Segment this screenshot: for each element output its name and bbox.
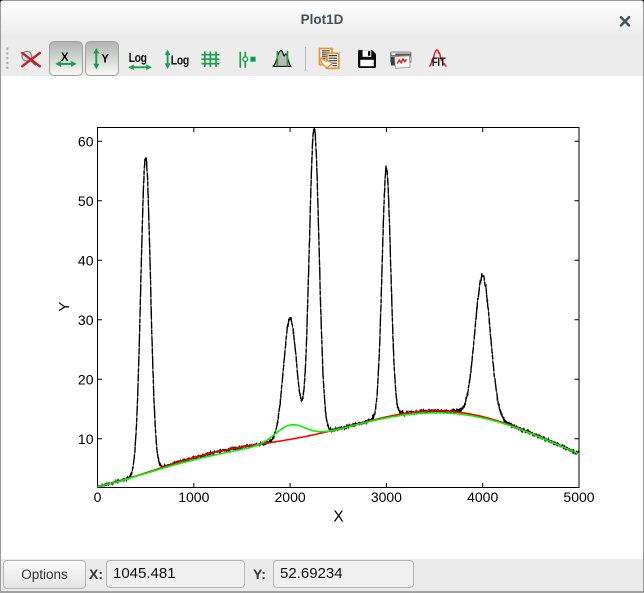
svg-text:3000: 3000	[371, 489, 402, 505]
svg-text:50: 50	[78, 193, 94, 209]
svg-text:1000: 1000	[178, 489, 209, 505]
svg-text:Y: Y	[56, 302, 73, 312]
svg-text:2000: 2000	[275, 489, 306, 505]
svg-text:Log: Log	[171, 53, 189, 67]
svg-text:60: 60	[78, 133, 94, 149]
svg-text:0: 0	[94, 489, 102, 505]
svg-text:Log: Log	[129, 51, 147, 65]
svg-text:FIT: FIT	[431, 56, 445, 69]
svg-text:20: 20	[78, 371, 94, 387]
svg-text:X: X	[333, 508, 344, 525]
svg-text:40: 40	[78, 252, 94, 268]
svg-text:Y: Y	[101, 53, 109, 65]
svg-text:10: 10	[78, 431, 94, 447]
svg-text:5000: 5000	[563, 489, 594, 505]
svg-text:X: X	[61, 52, 69, 64]
svg-text:4000: 4000	[467, 489, 498, 505]
svg-text:30: 30	[78, 312, 94, 328]
